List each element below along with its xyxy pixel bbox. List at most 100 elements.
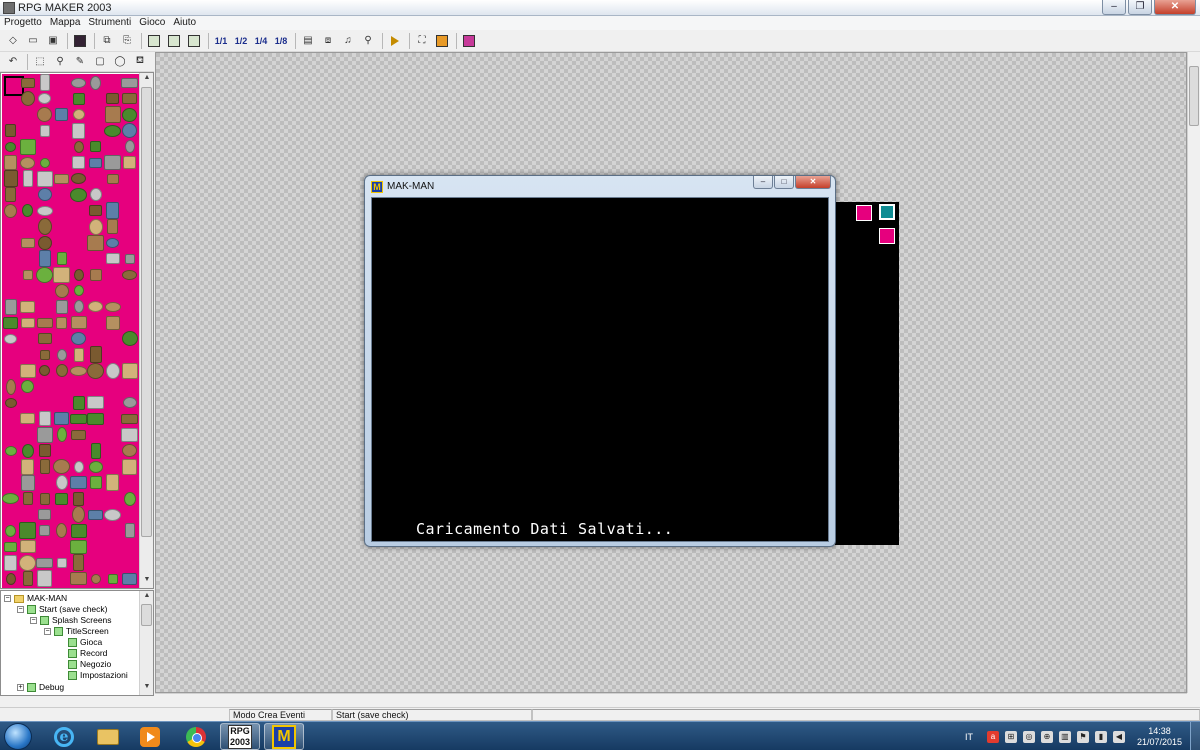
tile[interactable]	[73, 492, 84, 506]
tile[interactable]	[55, 108, 68, 121]
tile[interactable]	[19, 522, 36, 539]
tile[interactable]	[37, 570, 52, 587]
game-window[interactable]: M MAK-MAN – □ ✕ Caricamento Dati Salvati…	[364, 175, 836, 547]
zoom-1-8-button[interactable]: 1/8	[272, 32, 290, 50]
taskbar-ie[interactable]: e	[44, 723, 84, 750]
game-close-button[interactable]: ✕	[795, 176, 831, 189]
tile[interactable]	[90, 346, 102, 363]
tile[interactable]	[20, 413, 35, 424]
tile[interactable]	[56, 523, 67, 538]
tile[interactable]	[57, 558, 67, 568]
tile[interactable]	[38, 93, 51, 104]
tile[interactable]	[73, 396, 85, 410]
title-button[interactable]	[433, 32, 451, 50]
pencil-tool-button[interactable]: ✎	[71, 53, 89, 71]
upper-layer-button[interactable]	[165, 32, 183, 50]
language-indicator[interactable]: IT	[965, 732, 973, 742]
tileset-grid[interactable]	[2, 74, 139, 588]
tile[interactable]	[2, 493, 19, 504]
tile[interactable]	[39, 250, 51, 267]
tile[interactable]	[88, 301, 103, 312]
taskbar-explorer[interactable]	[88, 723, 128, 750]
tile[interactable]	[6, 573, 16, 585]
menu-gioco[interactable]: Gioco	[139, 16, 165, 30]
start-button[interactable]	[4, 723, 32, 750]
tree-item-titlescreen[interactable]: − TitleScreen	[44, 626, 109, 637]
menu-mappa[interactable]: Mappa	[50, 16, 81, 30]
database-button[interactable]: ▤	[299, 32, 317, 50]
tree-item-splash-screens[interactable]: − Splash Screens	[30, 615, 112, 626]
tile[interactable]	[73, 554, 84, 571]
taskbar-rpg-maker[interactable]: RPG 2003	[220, 723, 260, 750]
tile[interactable]	[73, 93, 85, 105]
tile[interactable]	[123, 156, 136, 169]
game-minimize-button[interactable]: –	[753, 176, 773, 189]
play-test-button[interactable]	[386, 32, 404, 50]
tile-palette[interactable]: ▲ ▼	[0, 72, 154, 589]
tile[interactable]	[87, 235, 104, 251]
tile[interactable]	[57, 427, 67, 442]
tile[interactable]	[70, 414, 87, 424]
tile[interactable]	[40, 125, 50, 137]
tile[interactable]	[88, 510, 103, 520]
collapse-icon[interactable]: −	[17, 606, 24, 613]
tile[interactable]	[5, 446, 17, 456]
map-horizontal-scrollbar[interactable]	[155, 693, 1187, 706]
zoom-1-2-button[interactable]: 1/2	[232, 32, 250, 50]
tile[interactable]	[124, 492, 136, 506]
menu-progetto[interactable]: Progetto	[4, 16, 42, 30]
tile[interactable]	[40, 350, 50, 360]
tile[interactable]	[106, 316, 120, 330]
taskbar-media-player[interactable]	[130, 723, 170, 750]
tile[interactable]	[23, 492, 33, 505]
event-layer-button[interactable]	[185, 32, 203, 50]
tile[interactable]	[21, 78, 35, 88]
tile[interactable]	[20, 157, 35, 169]
tile[interactable]	[39, 525, 50, 536]
tile[interactable]	[21, 238, 35, 248]
tile[interactable]	[122, 93, 137, 104]
tile[interactable]	[19, 555, 36, 571]
tile[interactable]	[5, 398, 17, 408]
tile[interactable]	[122, 331, 138, 346]
tile[interactable]	[89, 158, 102, 168]
tile[interactable]	[122, 123, 137, 138]
tile[interactable]	[121, 414, 138, 424]
scroll-up-icon[interactable]: ▲	[140, 592, 153, 599]
menu-aiuto[interactable]: Aiuto	[173, 16, 196, 30]
tile[interactable]	[21, 380, 34, 393]
tile[interactable]	[89, 461, 103, 473]
map-event-selected[interactable]	[879, 204, 895, 220]
tile[interactable]	[38, 218, 52, 235]
tile[interactable]	[74, 300, 84, 313]
tile[interactable]	[89, 219, 103, 235]
tile-scrollbar[interactable]: ▲ ▼	[139, 73, 153, 588]
tile[interactable]	[106, 253, 120, 264]
tile[interactable]	[20, 139, 36, 155]
tile[interactable]	[37, 318, 53, 328]
tile[interactable]	[5, 124, 16, 137]
zoom-1-1-button[interactable]: 1/1	[212, 32, 230, 50]
tile[interactable]	[38, 188, 52, 201]
tile[interactable]	[106, 202, 119, 219]
map-event[interactable]	[856, 205, 872, 221]
tile[interactable]	[21, 318, 35, 328]
tile[interactable]	[70, 188, 87, 202]
tile[interactable]	[37, 206, 53, 216]
tile[interactable]	[89, 205, 102, 216]
tile[interactable]	[71, 316, 87, 329]
tile[interactable]	[20, 540, 36, 553]
tile[interactable]	[70, 476, 87, 489]
close-project-button[interactable]: ▣	[44, 32, 62, 50]
map-event[interactable]	[879, 228, 895, 244]
tile[interactable]	[121, 428, 138, 442]
antivirus-icon[interactable]: a	[986, 730, 999, 743]
tile[interactable]	[107, 174, 119, 184]
tile[interactable]	[36, 267, 53, 283]
open-project-button[interactable]: ▭	[24, 32, 42, 50]
tile[interactable]	[23, 571, 33, 586]
tile[interactable]	[71, 332, 86, 345]
tile[interactable]	[125, 523, 135, 538]
tile[interactable]	[54, 412, 69, 425]
tree-item-negozio[interactable]: Negozio	[68, 659, 111, 670]
